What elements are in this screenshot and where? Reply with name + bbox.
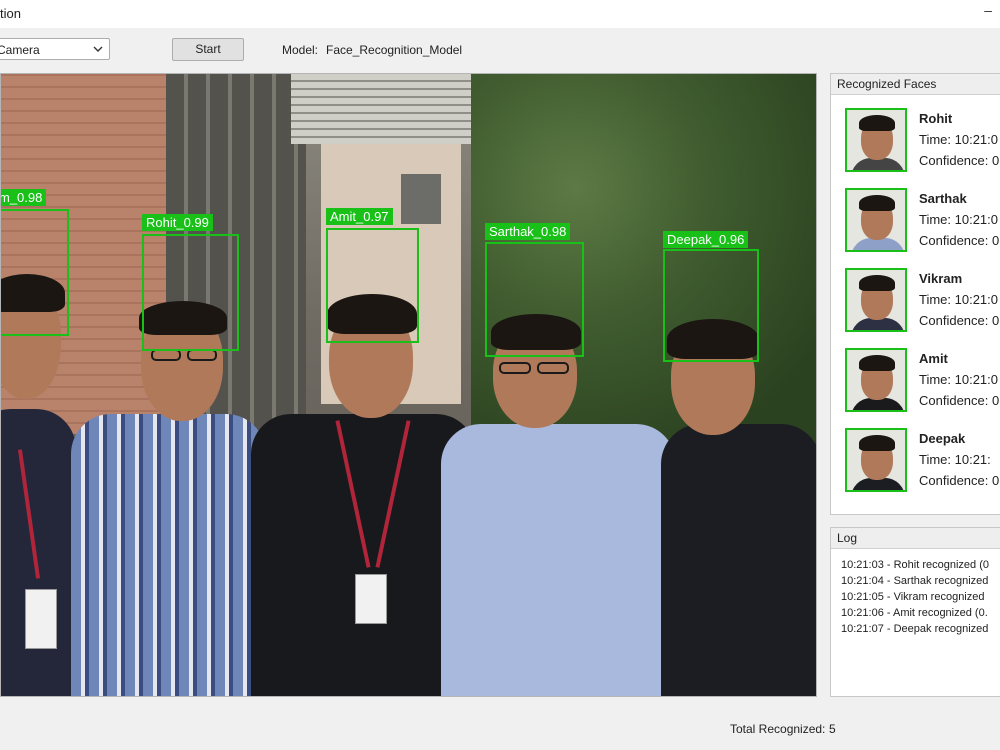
face-box-rohit: [142, 234, 239, 351]
face-label-rohit: Rohit_0.99: [142, 214, 213, 231]
toolbar: Camera Start Model: Face_Recognition_Mod…: [0, 28, 1000, 72]
face-thumbnail: [845, 348, 907, 412]
source-select[interactable]: Camera: [0, 38, 110, 60]
recognized-name: Rohit: [919, 111, 953, 126]
log-line: 10:21:03 - Rohit recognized (0: [841, 559, 989, 571]
minimize-icon[interactable]: –: [984, 2, 992, 18]
background-window: [401, 174, 441, 224]
recognized-faces-panel: Recognized Faces Rohit Time: 10:21:0 Con…: [830, 73, 1000, 515]
recognized-item[interactable]: Rohit Time: 10:21:0 Confidence: 0: [845, 108, 1000, 172]
source-select-value: Camera: [0, 43, 40, 57]
log-header: Log: [831, 528, 1000, 549]
chevron-down-icon: [93, 46, 103, 52]
recognized-confidence: Confidence: 0: [919, 393, 1000, 408]
recognized-item[interactable]: Deepak Time: 10:21: Confidence: 0: [845, 428, 1000, 492]
face-label-sarthak: Sarthak_0.98: [485, 223, 571, 240]
recognized-time: Time: 10:21:: [919, 452, 991, 467]
model-label: Model:: [282, 43, 319, 57]
total-recognized-label: Total Recognized:: [730, 722, 826, 736]
recognized-time: Time: 10:21:0: [919, 212, 999, 227]
person-1: [1, 274, 81, 696]
recognized-item[interactable]: Sarthak Time: 10:21:0 Confidence: 0: [845, 188, 1000, 252]
recognized-name: Sarthak: [919, 191, 967, 206]
recognized-item[interactable]: Amit Time: 10:21:0 Confidence: 0: [845, 348, 1000, 412]
face-box-deepak: [663, 249, 759, 362]
person-5: [661, 319, 816, 696]
recognized-time: Time: 10:21:0: [919, 132, 999, 147]
face-label-deepak: Deepak_0.96: [663, 231, 749, 248]
face-label-amit: Amit_0.97: [326, 208, 393, 225]
recognized-item[interactable]: Vikram Time: 10:21:0 Confidence: 0: [845, 268, 1000, 332]
face-thumbnail: [845, 428, 907, 492]
camera-feed: m_0.98 Rohit_0.99 Amit_0.97 Sarthak_0.98…: [0, 73, 817, 697]
title-bar: tion –: [0, 0, 1000, 29]
log-line: 10:21:07 - Deepak recognized: [841, 623, 989, 635]
face-box-amit: [326, 228, 419, 343]
face-box-sarthak: [485, 242, 584, 357]
recognized-name: Deepak: [919, 431, 966, 446]
person-2: [71, 299, 271, 696]
face-thumbnail: [845, 268, 907, 332]
recognized-faces-header: Recognized Faces: [831, 74, 1000, 95]
recognized-confidence: Confidence: 0: [919, 233, 1000, 248]
recognized-confidence: Confidence: 0: [919, 313, 1000, 328]
background-canopy: [291, 74, 491, 144]
face-box-1: [1, 209, 69, 336]
face-thumbnail: [845, 188, 907, 252]
recognized-time: Time: 10:21:0: [919, 292, 999, 307]
model-value: Face_Recognition_Model: [326, 43, 463, 57]
person-4: [441, 314, 681, 696]
log-panel: Log 10:21:03 - Rohit recognized (0 10:21…: [830, 527, 1000, 697]
recognized-confidence: Confidence: 0: [919, 153, 1000, 168]
log-line: 10:21:04 - Sarthak recognized: [841, 575, 989, 587]
total-recognized-value: 5: [829, 722, 836, 736]
recognized-confidence: Confidence: 0: [919, 473, 1000, 488]
face-thumbnail: [845, 108, 907, 172]
log-line: 10:21:05 - Vikram recognized: [841, 591, 985, 603]
recognized-name: Vikram: [919, 271, 963, 286]
log-line: 10:21:06 - Amit recognized (0.: [841, 607, 988, 619]
recognized-time: Time: 10:21:0: [919, 372, 999, 387]
start-button[interactable]: Start: [172, 38, 244, 61]
recognized-name: Amit: [919, 351, 948, 366]
face-label-1: m_0.98: [1, 189, 47, 206]
window-title: tion: [0, 6, 21, 21]
